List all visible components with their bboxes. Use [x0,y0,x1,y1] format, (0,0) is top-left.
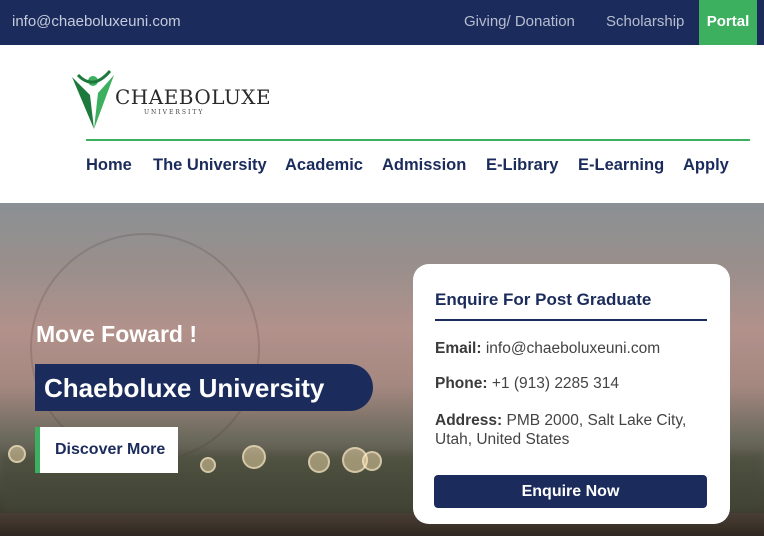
nav-the-university[interactable]: The University [153,156,267,175]
phone-value[interactable]: +1 (913) 2285 314 [492,375,619,392]
site-logo[interactable]: CHAEBOLUXE UNIVERSITY [70,67,272,131]
contact-email-link[interactable]: info@chaeboluxeuni.com [12,13,181,30]
enquire-now-button[interactable]: Enquire Now [434,475,707,508]
header-divider [86,139,750,141]
giving-donation-link[interactable]: Giving/ Donation [464,13,575,30]
address-label: Address: [435,412,503,429]
nav-e-library[interactable]: E-Library [486,156,558,175]
hero-tagline: Move Foward ! [36,321,198,347]
nav-e-learning[interactable]: E-Learning [578,156,664,175]
site-header: CHAEBOLUXE UNIVERSITY Home The Universit… [0,45,764,203]
nav-admission[interactable]: Admission [382,156,466,175]
scholarship-link[interactable]: Scholarship [606,13,684,30]
email-label: Email: [435,340,482,357]
enquiry-address-row: Address: PMB 2000, Salt Lake City, Utah,… [435,411,710,449]
bokeh-light [308,451,330,473]
enquiry-phone-row: Phone: +1 (913) 2285 314 [435,374,710,393]
bokeh-light [242,445,266,469]
bokeh-light [8,445,26,463]
hero-title-pill: Chaeboluxe University [35,364,373,411]
bokeh-light [200,457,216,473]
logo-subtitle: UNIVERSITY [144,109,205,116]
email-value[interactable]: info@chaeboluxeuni.com [486,340,660,357]
bokeh-light [362,451,382,471]
nav-home[interactable]: Home [86,156,132,175]
enquiry-title-underline [435,319,707,321]
portal-button[interactable]: Portal [699,0,757,45]
nav-apply[interactable]: Apply [683,156,729,175]
hero-title: Chaeboluxe University [44,373,325,403]
logo-wordmark: CHAEBOLUXE [115,85,272,109]
top-bar: info@chaeboluxeuni.com Giving/ Donation … [0,0,764,45]
enquiry-card: Enquire For Post Graduate Email: info@ch… [413,264,730,524]
discover-more-label: Discover More [55,441,166,458]
enquiry-email-row: Email: info@chaeboluxeuni.com [435,339,710,358]
discover-more-button[interactable]: Discover More [35,427,178,473]
phone-label: Phone: [435,375,488,392]
logo-figure-icon [72,70,114,129]
nav-academic[interactable]: Academic [285,156,363,175]
enquiry-title: Enquire For Post Graduate [435,290,652,309]
